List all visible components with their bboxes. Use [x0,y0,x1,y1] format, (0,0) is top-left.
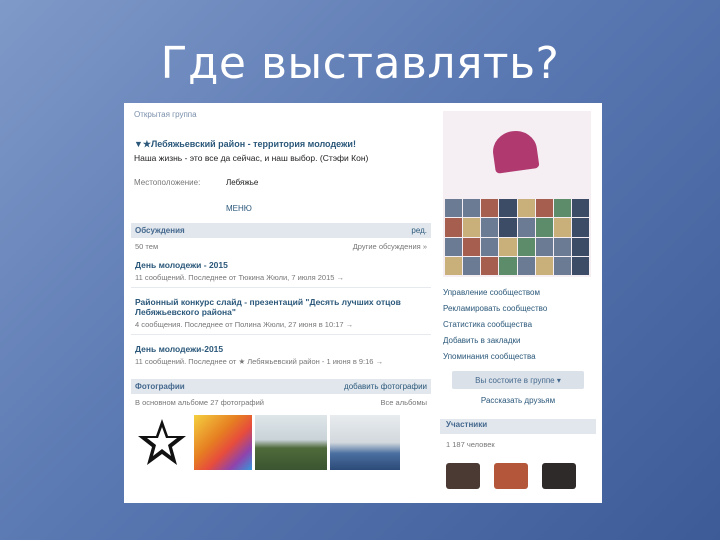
album-summary: В основном альбоме 27 фотографий [135,398,264,407]
group-status: Наша жизнь - это все да сейчас, и наш вы… [134,153,369,163]
left-column: Открытая группа ▼★Лебяжьевский район - т… [131,103,431,470]
location-row: Местоположение: Лебяжье [134,178,431,187]
group-cover-image[interactable] [443,111,591,277]
location-label: Местоположение: [134,178,201,187]
advertise-community-link[interactable]: Рекламировать сообщество [443,304,596,313]
group-actions: Управление сообществом Рекламировать соо… [443,288,596,361]
photos-title[interactable]: Фотографии [135,382,185,391]
heart-icon [490,128,540,174]
slide-title: Где выставлять? [160,38,560,89]
topic-item: День молодежи - 2015 11 сообщений. После… [131,260,431,288]
topic-item: День молодежи-2015 11 сообщений. Последн… [131,344,431,371]
discussions-edit-link[interactable]: ред. [411,226,427,235]
manage-community-link[interactable]: Управление сообществом [443,288,596,297]
topic-item: Районный конкурс слайд - презентаций "Де… [131,297,431,335]
vk-group-page: Открытая группа ▼★Лебяжьевский район - т… [124,103,602,503]
discussions-count: 50 тем [135,242,159,251]
right-column: Управление сообществом Рекламировать соо… [440,103,596,489]
tell-friends-link[interactable]: Рассказать друзьям [452,396,584,405]
photo-strip [131,415,431,470]
topic-title[interactable]: Районный конкурс слайд - презентаций "Де… [135,297,427,317]
photo-thumbnail[interactable] [133,415,191,470]
topic-meta: 11 сообщений. Последнее от ★ Лебяжьевски… [135,357,384,366]
photos-subrow: В основном альбоме 27 фотографий Все аль… [131,394,431,407]
photo-thumbnail[interactable] [194,415,252,470]
community-stats-link[interactable]: Статистика сообщества [443,320,596,329]
photo-thumbnail[interactable] [330,415,400,470]
members-count: 1 187 человек [446,440,495,449]
community-mentions-link[interactable]: Упоминания сообщества [443,352,596,361]
other-discussions-link[interactable]: Другие обсуждения » [353,242,427,251]
topic-meta: 4 сообщения. Последнее от Полина Жюли, 2… [135,320,354,329]
add-photos-link[interactable]: добавить фотографии [344,382,427,391]
menu-link[interactable]: МЕНЮ [226,204,431,213]
photos-header: Фотографии добавить фотографии [131,379,431,394]
discussions-title[interactable]: Обсуждения [135,226,185,235]
photo-thumbnail[interactable] [255,415,327,470]
avatar[interactable] [494,463,528,489]
topic-meta: 11 сообщений. Последнее от Тюкина Жюли, … [135,273,345,282]
avatar[interactable] [446,463,480,489]
add-bookmark-link[interactable]: Добавить в закладки [443,336,596,345]
members-header[interactable]: Участники [440,419,596,434]
members-avatars [446,463,596,489]
topic-title[interactable]: День молодежи - 2015 [135,260,427,270]
group-title[interactable]: ▼★Лебяжьевский район - территория молоде… [134,139,431,150]
avatar[interactable] [542,463,576,489]
discussions-subrow: 50 тем Другие обсуждения » [131,238,431,251]
group-type: Открытая группа [134,110,197,119]
all-albums-link[interactable]: Все альбомы [381,398,427,407]
membership-button[interactable]: Вы состоите в группе ▾ [452,371,584,389]
topic-title[interactable]: День молодежи-2015 [135,344,427,354]
discussions-header: Обсуждения ред. [131,223,431,238]
location-value[interactable]: Лебяжье [226,178,258,187]
photo-mosaic [445,199,589,275]
